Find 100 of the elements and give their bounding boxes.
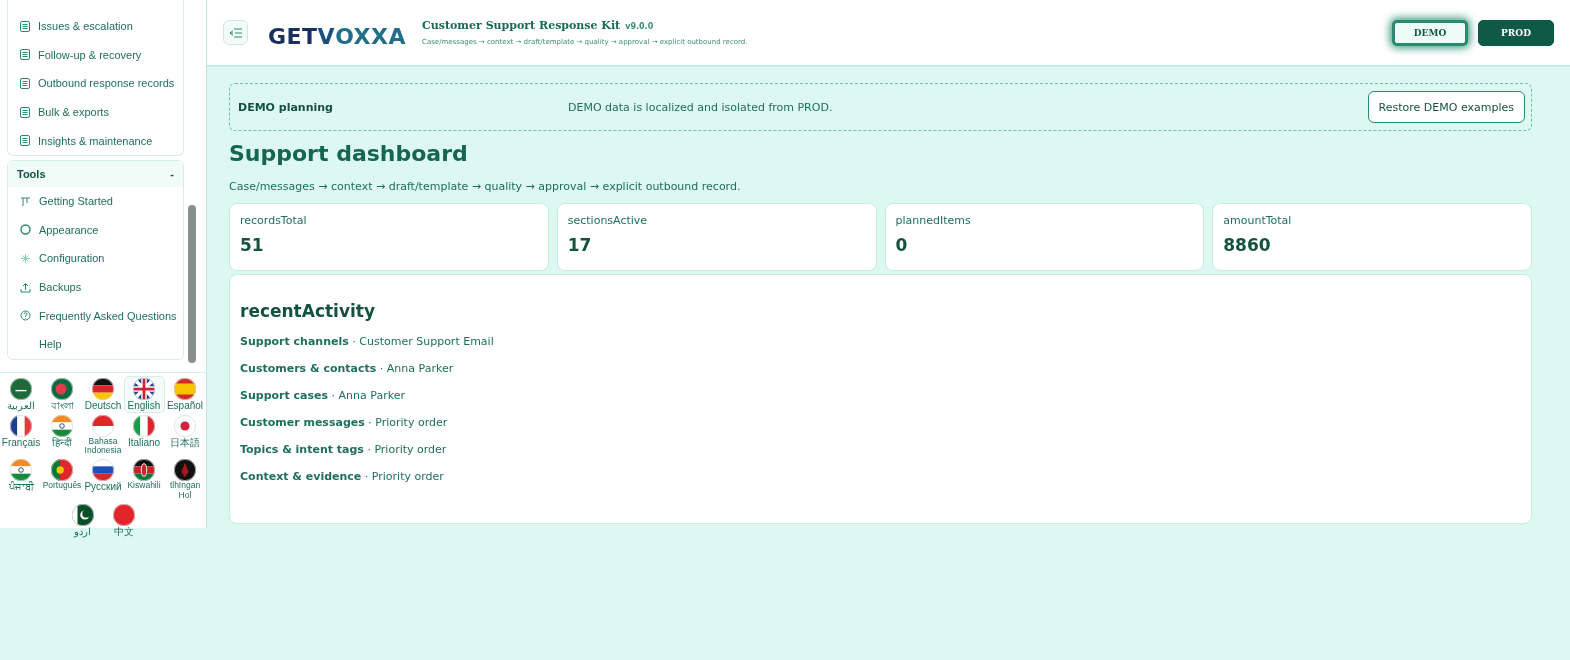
- document-icon: [20, 20, 30, 32]
- activity-item: Support cases · Anna Parker: [240, 389, 406, 404]
- flag-icon: [51, 414, 73, 437]
- language-label: اردو: [74, 525, 91, 537]
- language-label: Français: [1, 436, 41, 448]
- mode-button[interactable]: PROD: [1478, 19, 1554, 46]
- document-icon: [20, 135, 30, 147]
- nav-item[interactable]: Frequently Asked Questions: [39, 309, 177, 322]
- palette-icon: [20, 224, 31, 236]
- collapse-sidebar-button[interactable]: [223, 20, 248, 45]
- stat-label: plannedItems: [895, 214, 972, 227]
- language-option[interactable]: Português: [41, 457, 83, 502]
- flag-icon: [10, 377, 32, 400]
- language-label: 中文: [113, 525, 134, 537]
- nav-item[interactable]: Configuration: [39, 252, 105, 265]
- nav-item[interactable]: Issues & escalation: [38, 20, 133, 33]
- language-option[interactable]: Français: [0, 412, 42, 458]
- document-icon: [20, 78, 30, 89]
- language-label: Español: [166, 399, 204, 411]
- activity-item: Customers & contacts · Anna Parker: [240, 362, 455, 377]
- flag-icon: [174, 414, 196, 437]
- nav-item[interactable]: Insights & maintenance: [38, 134, 153, 147]
- flag-icon: [112, 503, 135, 526]
- language-option[interactable]: Español: [164, 375, 206, 413]
- activity-item: Support channels · Customer Support Email: [240, 335, 495, 350]
- stat-value: 8860: [1223, 235, 1272, 255]
- flag-icon: [92, 414, 114, 437]
- stat-value: 17: [567, 235, 593, 255]
- version-label: v9.0.0: [625, 22, 654, 31]
- language-label: Português: [42, 481, 82, 491]
- nav-item[interactable]: Getting Started: [39, 195, 113, 208]
- language-label: Italiano: [127, 436, 161, 448]
- nav-item[interactable]: Backups: [39, 281, 82, 294]
- flag-icon: [133, 377, 155, 400]
- banner-title: DEMO planning: [238, 100, 334, 114]
- language-option[interactable]: tlhIngan Hol: [164, 457, 206, 502]
- language-option[interactable]: العربية: [0, 375, 42, 413]
- language-label: English: [127, 399, 161, 411]
- language-option[interactable]: Русский: [82, 457, 124, 502]
- language-option[interactable]: 中文: [103, 501, 144, 539]
- language-label: ਪੰਜਾਬੀ: [8, 481, 34, 493]
- language-option[interactable]: Bahasa Indonesia: [82, 412, 124, 458]
- language-option[interactable]: Kiswahili: [123, 457, 165, 502]
- flag-icon: [133, 414, 155, 437]
- nav-item[interactable]: Bulk & exports: [38, 106, 109, 119]
- nav-item[interactable]: Outbound response records: [38, 77, 175, 90]
- flag-icon: [92, 459, 114, 482]
- language-label: Bahasa Indonesia: [84, 436, 122, 456]
- section-title: Tools: [17, 167, 46, 180]
- language-label: Deutsch: [84, 399, 122, 411]
- language-label: বাংলা: [50, 399, 74, 411]
- help-icon: [20, 310, 31, 322]
- language-option[interactable]: Italiano: [123, 412, 165, 458]
- document-icon: [20, 106, 30, 118]
- language-option[interactable]: हिन्दी: [41, 412, 83, 458]
- flag-icon: [51, 377, 73, 400]
- page-title: Support dashboard: [229, 141, 469, 166]
- flag-icon: [133, 459, 155, 482]
- document-icon: [20, 49, 30, 61]
- collapse-toggle[interactable]: -: [170, 167, 174, 180]
- language-option[interactable]: اردو: [62, 501, 103, 539]
- language-option[interactable]: ਪੰਜਾਬੀ: [0, 457, 42, 502]
- language-option[interactable]: 日本語: [164, 412, 206, 458]
- activity-item: Customer messages · Priority order: [240, 416, 449, 431]
- flag-icon: [92, 377, 114, 400]
- language-option[interactable]: English: [123, 375, 165, 413]
- stat-label: recordsTotal: [240, 214, 308, 227]
- activity-item: Context & evidence · Priority order: [240, 470, 445, 485]
- language-label: 日本語: [170, 436, 200, 448]
- stat-value: 51: [240, 235, 265, 255]
- language-label: tlhIngan Hol: [168, 481, 202, 500]
- language-option[interactable]: Deutsch: [82, 375, 124, 413]
- flag-icon: [174, 377, 196, 400]
- flag-icon: [51, 459, 73, 482]
- language-option[interactable]: বাংলা: [41, 375, 83, 413]
- language-label: हिन्दी: [52, 436, 72, 448]
- mode-button[interactable]: DEMO: [1392, 19, 1468, 46]
- language-label: Русский: [84, 481, 122, 493]
- nav-item[interactable]: Help: [39, 338, 62, 351]
- section-header[interactable]: Tools -: [8, 160, 183, 187]
- restore-button[interactable]: Restore DEMO examples: [1367, 91, 1525, 123]
- flag-icon: [174, 459, 196, 482]
- page-subtitle: Case/messages → context → draft/template → quality → approval → explicit outbound record.: [229, 180, 742, 193]
- activity-item: Topics & intent tags · Priority order: [240, 443, 448, 458]
- flag-icon: [10, 414, 32, 437]
- language-label: العربية: [7, 399, 35, 411]
- collapse-icon: [229, 27, 242, 38]
- stat-value: 0: [895, 235, 909, 255]
- nav-item[interactable]: Appearance: [39, 223, 99, 236]
- language-label: Kiswahili: [127, 481, 161, 491]
- settings-icon: [20, 252, 31, 264]
- flag-icon: [10, 459, 32, 482]
- app-title: Customer Support Response Kit: [422, 19, 621, 32]
- activity-title: recentActivity: [240, 301, 377, 321]
- upload-icon: [20, 281, 31, 293]
- guide-icon: [20, 195, 31, 207]
- nav-item[interactable]: Follow-up & recovery: [38, 48, 142, 61]
- logo: GETVOXXA: [268, 24, 406, 49]
- stat-label: sectionsActive: [567, 214, 649, 227]
- stat-label: amountTotal: [1223, 214, 1293, 227]
